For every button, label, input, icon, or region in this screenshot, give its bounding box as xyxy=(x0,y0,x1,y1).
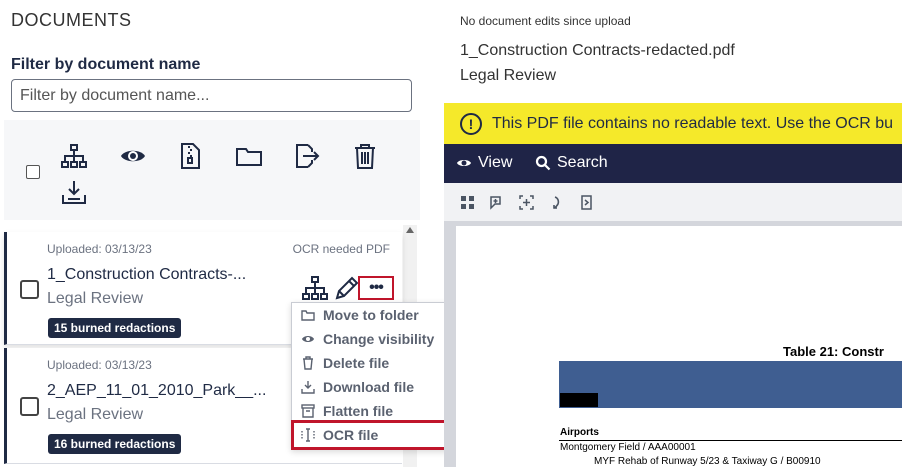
select-all-checkbox[interactable] xyxy=(26,165,40,179)
menu-item-move-to-folder[interactable]: Move to folder xyxy=(292,303,459,327)
menu-item-delete-file[interactable]: Delete file xyxy=(292,351,459,375)
menu-item-label: Move to folder xyxy=(323,307,419,323)
upload-date: Uploaded: 03/13/23 xyxy=(47,358,152,372)
filter-input[interactable] xyxy=(11,79,412,112)
zoom-icon[interactable] xyxy=(488,194,504,210)
flatten-icon xyxy=(300,403,316,419)
document-name[interactable]: 1_Construction Contracts-... xyxy=(47,266,246,284)
download-icon[interactable] xyxy=(58,176,90,208)
tab-search[interactable]: Search xyxy=(535,154,608,172)
document-checkbox[interactable] xyxy=(20,280,39,299)
viewer-toolbar xyxy=(444,183,902,221)
bulk-toolbar xyxy=(4,120,420,220)
table-row: MYF Rehab of Runway 5/23 & Taxiway G / B… xyxy=(594,456,821,467)
document-page-area[interactable]: Table 21: Constr Airports Montgomery Fie… xyxy=(444,221,902,467)
zip-file-icon[interactable] xyxy=(174,140,206,172)
search-icon xyxy=(535,155,551,171)
viewer-tab-bar: View Search xyxy=(444,144,902,183)
viewer-file-name: 1_Construction Contracts-redacted.pdf xyxy=(460,42,735,59)
tab-label: Search xyxy=(557,154,608,171)
scroll-up-arrow-icon[interactable] xyxy=(406,227,414,233)
text-cursor-icon xyxy=(300,427,316,443)
ocr-status-label: OCR needed PDF xyxy=(292,242,390,256)
sitemap-icon[interactable] xyxy=(301,274,329,302)
eye-icon xyxy=(457,160,471,166)
more-options-button[interactable]: ••• xyxy=(358,276,394,300)
document-context-menu: Move to folder Change visibility Delete … xyxy=(291,302,460,450)
redaction-badge: 16 burned redactions xyxy=(48,434,182,454)
page-icon[interactable] xyxy=(578,194,594,210)
warning-icon: ! xyxy=(460,113,482,135)
folder-icon[interactable] xyxy=(233,140,265,172)
ocr-warning-banner: ! This PDF file contains no readable tex… xyxy=(444,103,902,144)
menu-item-label: OCR file xyxy=(323,427,379,443)
document-folder: Legal Review xyxy=(47,290,144,307)
table-section-label: Airports xyxy=(560,427,599,438)
document-viewer-panel: No document edits since upload 1_Constru… xyxy=(443,0,902,467)
grid-icon[interactable] xyxy=(459,194,475,210)
menu-item-ocr-file[interactable]: OCR file xyxy=(291,420,460,450)
menu-item-flatten-file[interactable]: Flatten file xyxy=(292,399,459,423)
ellipsis-icon: ••• xyxy=(369,279,384,296)
table-header-band xyxy=(559,361,902,408)
document-folder: Legal Review xyxy=(47,406,144,423)
menu-item-label: Flatten file xyxy=(323,403,394,419)
document-name[interactable]: 2_AEP_11_01_2010_Park__... xyxy=(47,382,266,400)
panel-title: DOCUMENTS xyxy=(11,10,132,30)
table-row: Montgomery Field / AAA00001 xyxy=(560,442,696,453)
menu-item-download-file[interactable]: Download file xyxy=(292,375,459,399)
table-divider xyxy=(559,440,902,441)
folder-icon xyxy=(300,307,316,323)
trash-icon[interactable] xyxy=(349,140,381,172)
rotate-icon[interactable] xyxy=(548,194,564,210)
pencil-icon[interactable] xyxy=(333,274,361,302)
tab-view[interactable]: View xyxy=(456,154,512,172)
eye-icon xyxy=(300,331,316,347)
upload-date: Uploaded: 03/13/23 xyxy=(47,242,152,256)
edit-status: No document edits since upload xyxy=(460,14,631,28)
export-icon[interactable] xyxy=(290,140,322,172)
menu-item-change-visibility[interactable]: Change visibility xyxy=(292,327,459,351)
documents-panel: DOCUMENTS Filter by document name Filter… xyxy=(0,0,460,467)
download-icon xyxy=(300,379,316,395)
document-checkbox[interactable] xyxy=(20,397,39,416)
redaction-box xyxy=(560,393,598,407)
filter-label: Filter by document name xyxy=(11,56,201,73)
document-page: Table 21: Constr Airports Montgomery Fie… xyxy=(456,226,902,467)
table-title: Table 21: Constr xyxy=(783,344,884,359)
menu-item-label: Download file xyxy=(323,379,414,395)
viewer-folder-name: Legal Review xyxy=(460,67,557,84)
warning-text: This PDF file contains no readable text.… xyxy=(492,115,894,132)
menu-item-label: Delete file xyxy=(323,355,390,371)
select-icon[interactable] xyxy=(518,194,534,210)
eye-icon[interactable] xyxy=(117,140,149,172)
trash-icon xyxy=(300,355,316,371)
tab-label: View xyxy=(478,154,513,171)
menu-item-label: Change visibility xyxy=(323,331,435,347)
sitemap-icon[interactable] xyxy=(58,140,90,172)
redaction-badge: 15 burned redactions xyxy=(48,318,182,338)
